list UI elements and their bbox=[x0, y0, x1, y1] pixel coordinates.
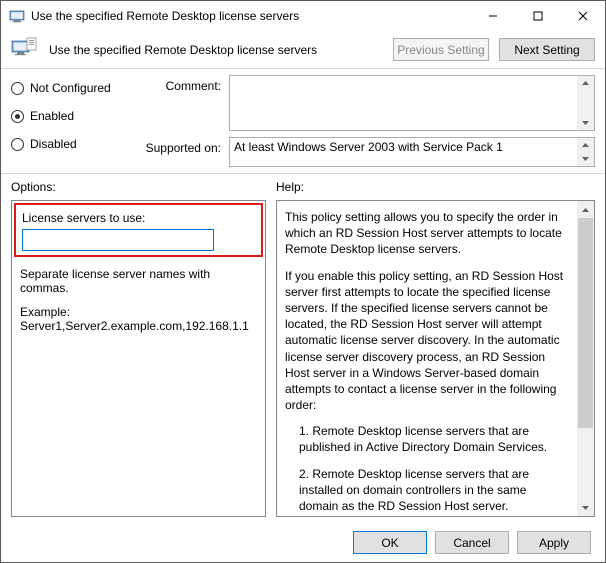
minimize-button[interactable] bbox=[470, 1, 515, 31]
radio-label: Enabled bbox=[30, 109, 74, 123]
apply-button[interactable]: Apply bbox=[517, 531, 591, 554]
supported-label: Supported on: bbox=[141, 137, 221, 155]
policy-icon bbox=[11, 37, 39, 62]
options-heading: Options: bbox=[11, 180, 266, 194]
radio-enabled[interactable]: Enabled bbox=[11, 107, 131, 125]
help-panel: This policy setting allows you to specif… bbox=[276, 200, 595, 517]
header-row: Use the specified Remote Desktop license… bbox=[11, 37, 595, 62]
comment-label: Comment: bbox=[141, 75, 221, 93]
help-scrollbar[interactable] bbox=[577, 201, 594, 516]
comment-textarea[interactable] bbox=[229, 75, 595, 131]
scroll-down-icon bbox=[577, 152, 594, 166]
radio-not-configured[interactable]: Not Configured bbox=[11, 79, 131, 97]
config-block: Not Configured Enabled Disabled Comment: bbox=[11, 75, 595, 167]
next-setting-button[interactable]: Next Setting bbox=[499, 38, 595, 61]
scroll-thumb[interactable] bbox=[578, 218, 593, 428]
radio-icon bbox=[11, 82, 24, 95]
comment-scrollbar[interactable] bbox=[577, 76, 594, 130]
help-paragraph: This policy setting allows you to specif… bbox=[285, 209, 567, 258]
scroll-down-icon bbox=[577, 116, 594, 130]
content: Use the specified Remote Desktop license… bbox=[1, 31, 605, 562]
close-button[interactable] bbox=[560, 1, 605, 31]
button-row: OK Cancel Apply bbox=[11, 523, 595, 558]
previous-setting-button: Previous Setting bbox=[393, 38, 489, 61]
divider-top bbox=[1, 68, 605, 69]
maximize-button[interactable] bbox=[515, 1, 560, 31]
highlight-annotation: License servers to use: bbox=[14, 203, 263, 257]
window-title: Use the specified Remote Desktop license… bbox=[31, 9, 299, 23]
options-panel: License servers to use: Separate license… bbox=[11, 200, 266, 517]
scroll-up-icon bbox=[577, 138, 594, 152]
right-fields: Comment: Supported on: At least Windows … bbox=[141, 75, 595, 167]
labels-row: Options: Help: bbox=[11, 180, 595, 194]
titlebar: Use the specified Remote Desktop license… bbox=[1, 1, 605, 31]
app-icon bbox=[9, 8, 25, 24]
scroll-up-icon bbox=[577, 201, 594, 218]
scroll-down-icon bbox=[577, 499, 594, 516]
help-paragraph: If you enable this policy setting, an RD… bbox=[285, 268, 567, 414]
radio-label: Disabled bbox=[30, 137, 77, 151]
titlebar-left: Use the specified Remote Desktop license… bbox=[9, 8, 299, 24]
help-paragraph: 1. Remote Desktop license servers that a… bbox=[285, 423, 567, 455]
help-paragraph: 2. Remote Desktop license servers that a… bbox=[285, 466, 567, 515]
supported-row: Supported on: At least Windows Server 20… bbox=[141, 137, 595, 167]
radio-icon bbox=[11, 138, 24, 151]
comment-row: Comment: bbox=[141, 75, 595, 131]
supported-text: At least Windows Server 2003 with Servic… bbox=[234, 140, 503, 154]
hint-example: Example: Server1,Server2.example.com,192… bbox=[20, 305, 257, 333]
ok-button[interactable]: OK bbox=[353, 531, 427, 554]
radio-disabled[interactable]: Disabled bbox=[11, 135, 131, 153]
gpo-dialog-window: Use the specified Remote Desktop license… bbox=[0, 0, 606, 563]
window-controls bbox=[470, 1, 605, 31]
policy-title: Use the specified Remote Desktop license… bbox=[49, 43, 383, 57]
scroll-track[interactable] bbox=[577, 218, 594, 499]
panels-row: License servers to use: Separate license… bbox=[11, 200, 595, 517]
radio-icon bbox=[11, 110, 24, 123]
hint-separate: Separate license server names with comma… bbox=[20, 267, 257, 295]
license-servers-input[interactable] bbox=[22, 229, 214, 251]
help-heading: Help: bbox=[276, 180, 304, 194]
cancel-button[interactable]: Cancel bbox=[435, 531, 509, 554]
radio-label: Not Configured bbox=[30, 81, 111, 95]
license-servers-label: License servers to use: bbox=[22, 211, 255, 225]
scroll-up-icon bbox=[577, 76, 594, 90]
help-text: This policy setting allows you to specif… bbox=[277, 201, 577, 516]
radio-group: Not Configured Enabled Disabled bbox=[11, 75, 131, 167]
divider-mid bbox=[1, 173, 605, 174]
supported-scrollbar[interactable] bbox=[577, 138, 594, 166]
supported-textarea: At least Windows Server 2003 with Servic… bbox=[229, 137, 595, 167]
